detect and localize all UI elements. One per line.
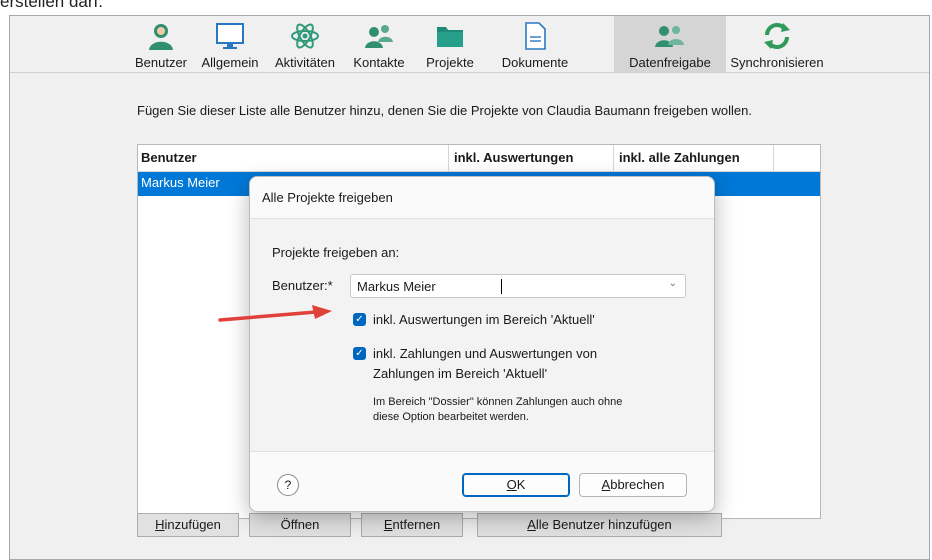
folder-icon [437,27,463,47]
include-evaluations-label[interactable]: inkl. Auswertungen im Bereich 'Aktuell' [373,310,595,330]
include-payments-checkbox[interactable]: ✓ [353,347,366,360]
share-projects-dialog: Alle Projekte freigeben Projekte freigeb… [249,176,715,512]
sync-icon [764,23,790,49]
column-divider [613,145,614,171]
toolbar: Benutzer Allgemein Aktivitäten Kontakte … [10,16,929,73]
list-header: Benutzer inkl. Auswertungen inkl. alle Z… [138,145,820,172]
tab-benutzer[interactable]: Benutzer [133,16,189,72]
ok-button[interactable]: OK [462,473,570,497]
user-field-label: Benutzer:* [272,278,333,293]
tab-aktivitaeten[interactable]: Aktivitäten [267,16,343,72]
column-divider [448,145,449,171]
tab-dokumente[interactable]: Dokumente [492,16,578,72]
user-combobox[interactable]: Markus Meier ⌄ [350,274,686,298]
document-icon [525,22,546,50]
include-payments-label-line1[interactable]: inkl. Zahlungen und Auswertungen von [373,344,597,364]
tab-projekte[interactable]: Projekte [414,16,486,72]
cancel-button[interactable]: Abbrechen [579,473,687,497]
tab-datenfreigabe[interactable]: Datenfreigabe [614,16,726,72]
include-payments-label-line2[interactable]: Zahlungen im Bereich 'Aktuell' [373,364,547,384]
remove-button[interactable]: Entfernen [361,513,463,537]
monitor-icon [216,23,244,49]
column-header-benutzer[interactable]: Benutzer [141,150,197,165]
open-button[interactable]: Öffnen [249,513,351,537]
tab-allgemein[interactable]: Allgemein [197,16,263,72]
payments-note-line1: Im Bereich "Dossier" können Zahlungen au… [373,396,623,408]
atom-icon [291,23,319,49]
contacts-icon [365,25,393,48]
row-user-name: Markus Meier [141,175,220,190]
column-header-zahlungen[interactable]: inkl. alle Zahlungen [619,150,740,165]
share-users-icon [655,26,684,47]
add-button[interactable]: Hinzufügen [137,513,239,537]
share-with-label: Projekte freigeben an: [272,245,400,260]
dialog-body: Projekte freigeben an: Benutzer:* Markus… [250,218,714,452]
column-divider [773,145,774,171]
user-icon [149,24,173,50]
page-caption: erstellen darf. [0,0,103,11]
payments-note-line2: diese Option bearbeitet werden. [373,411,529,423]
user-combobox-value: Markus Meier [357,279,436,294]
tab-synchronisieren[interactable]: Synchronisieren [725,16,829,72]
chevron-down-icon[interactable]: ⌄ [669,278,677,289]
intro-text: Fügen Sie dieser Liste alle Benutzer hin… [137,103,752,118]
tab-kontakte[interactable]: Kontakte [348,16,410,72]
annotation-arrow-icon [218,305,332,322]
text-cursor [501,279,502,294]
add-all-users-button[interactable]: Alle Benutzer hinzufügen [477,513,722,537]
column-header-auswertungen[interactable]: inkl. Auswertungen [454,150,573,165]
dialog-title: Alle Projekte freigeben [262,190,393,205]
include-evaluations-checkbox[interactable]: ✓ [353,313,366,326]
help-button[interactable]: ? [277,474,299,496]
